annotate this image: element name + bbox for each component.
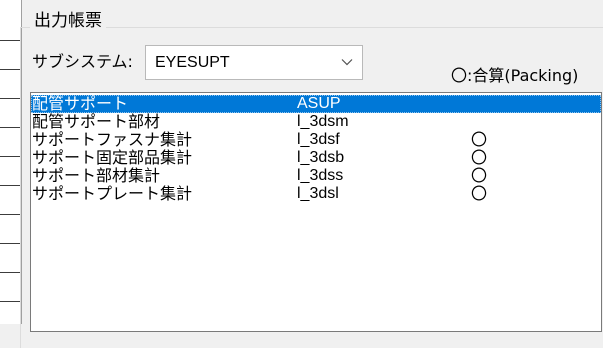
list-item[interactable]: サポートプレート集計 l_3dsl 〇 bbox=[31, 185, 601, 203]
report-code: l_3dsf bbox=[297, 131, 340, 148]
packing-mark: 〇 bbox=[471, 166, 488, 185]
packing-mark: 〇 bbox=[471, 148, 488, 167]
grid-line bbox=[0, 156, 21, 157]
grid-line bbox=[0, 185, 21, 186]
list-item[interactable]: サポート固定部品集計 l_3dsb 〇 bbox=[31, 149, 601, 167]
subsystem-select-value: EYESUPT bbox=[155, 54, 230, 71]
left-panel-edge bbox=[0, 0, 22, 324]
grid-line bbox=[0, 69, 21, 70]
report-listbox[interactable]: 配管サポート ASUP 配管サポート部材 l_3dsm サポートファスナ集計 l_3dsf… bbox=[30, 92, 602, 332]
group-title: 出力帳票 bbox=[30, 10, 106, 32]
report-code: l_3dsb bbox=[297, 149, 345, 166]
list-item[interactable]: 配管サポート部材 l_3dsm bbox=[31, 113, 601, 131]
report-code: l_3dsl bbox=[297, 185, 339, 202]
list-item[interactable]: 配管サポート ASUP bbox=[31, 95, 601, 113]
subsystem-select[interactable]: EYESUPT bbox=[145, 45, 363, 80]
report-code: l_3dsm bbox=[297, 113, 349, 130]
subsystem-label: サブシステム: bbox=[32, 52, 133, 71]
grid-line bbox=[0, 40, 21, 41]
grid-line bbox=[0, 272, 21, 273]
grid-line bbox=[0, 98, 21, 99]
report-code: ASUP bbox=[297, 95, 341, 112]
list-item[interactable]: サポートファスナ集計 l_3dsf 〇 bbox=[31, 131, 601, 149]
grid-line bbox=[0, 301, 21, 302]
grid-line bbox=[0, 214, 21, 215]
report-name: サポート部材集計 bbox=[32, 166, 161, 185]
grid-line bbox=[0, 243, 21, 244]
packing-legend: 〇:合算(Packing) bbox=[451, 66, 579, 85]
report-name: 配管サポート bbox=[32, 94, 129, 113]
report-name: サポート固定部品集計 bbox=[32, 148, 193, 167]
grid-line bbox=[0, 127, 21, 128]
report-name: サポートファスナ集計 bbox=[32, 130, 193, 149]
packing-mark: 〇 bbox=[471, 184, 488, 203]
chevron-down-icon[interactable] bbox=[340, 55, 354, 69]
list-item[interactable]: サポート部材集計 l_3dss 〇 bbox=[31, 167, 601, 185]
report-name: サポートプレート集計 bbox=[32, 184, 193, 203]
report-code: l_3dss bbox=[297, 167, 344, 184]
report-name: 配管サポート部材 bbox=[32, 112, 161, 131]
packing-mark: 〇 bbox=[471, 130, 488, 149]
